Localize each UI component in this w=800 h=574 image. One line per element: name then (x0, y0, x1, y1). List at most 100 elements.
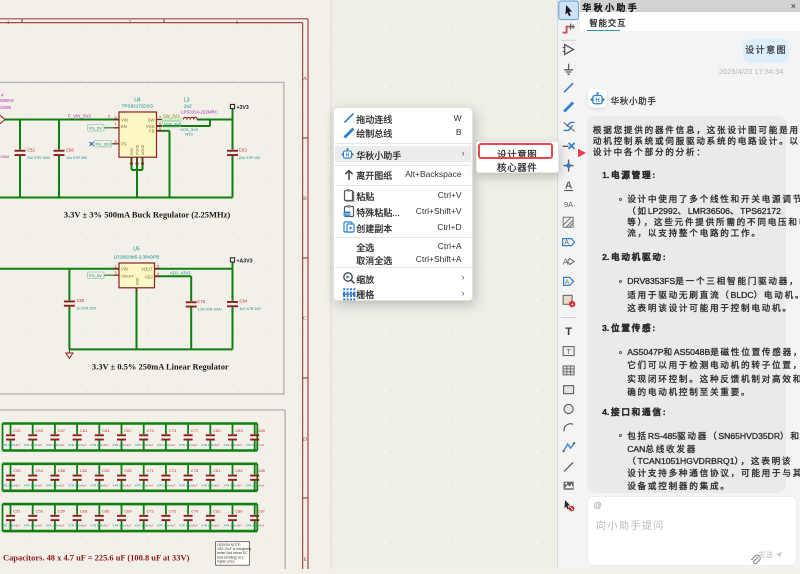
svg-text:4u7: 4u7 (237, 443, 242, 447)
svg-text:4u7: 4u7 (82, 483, 87, 487)
svg-text:C66: C66 (102, 509, 110, 514)
svg-text:C61: C61 (80, 428, 88, 433)
svg-text:22u X7R 10V: 22u X7R 10V (239, 156, 261, 160)
svg-text:X7R 100n: X7R 100n (135, 483, 149, 487)
svg-text:VOUT: VOUT (141, 267, 153, 272)
svg-text:X7R 100n: X7R 100n (157, 443, 171, 447)
svg-text:C63: C63 (80, 509, 88, 514)
svg-text:100M: 100M (0, 155, 9, 159)
svg-text:4u7: 4u7 (170, 483, 175, 487)
svg-text:X7R 100n: X7R 100n (2, 483, 16, 487)
svg-text:C82: C82 (213, 509, 221, 514)
svg-text:C84: C84 (235, 468, 243, 473)
svg-text:9A: 9A (564, 200, 573, 209)
svg-text:C8b: C8b (235, 509, 243, 514)
svg-text:4u7: 4u7 (193, 524, 198, 528)
svg-text:4u7: 4u7 (148, 483, 153, 487)
svg-text:C57: C57 (58, 428, 66, 433)
svg-text:4u7: 4u7 (59, 524, 64, 528)
svg-text:C62: C62 (80, 468, 88, 473)
svg-text:C51: C51 (13, 509, 21, 514)
svg-text:VOS_3V3: VOS_3V3 (164, 123, 181, 127)
svg-text:TPS62172DSG: TPS62172DSG (122, 104, 154, 109)
svg-text:C84: C84 (240, 299, 248, 304)
svg-text:X7R 100n: X7R 100n (24, 483, 38, 487)
svg-text:U5: U5 (133, 247, 140, 253)
svg-text:LPS3314-222MRC: LPS3314-222MRC (181, 110, 218, 115)
svg-text:PG_3V3: PG_3V3 (96, 142, 112, 147)
svg-text:7: 7 (129, 20, 132, 26)
svg-text:C72: C72 (147, 509, 155, 514)
svg-text:4u7: 4u7 (215, 443, 220, 447)
svg-text:4u7: 4u7 (259, 443, 264, 447)
svg-text:1: 1 (115, 122, 117, 126)
svg-text:4u7: 4u7 (104, 443, 109, 447)
svg-text:X7R 100n: X7R 100n (179, 524, 193, 528)
svg-text:1: 1 (115, 265, 117, 269)
svg-text:X7R 100n: X7R 100n (90, 443, 104, 447)
svg-text:C64: C64 (102, 428, 110, 433)
svg-text:X7R 100n: X7R 100n (179, 483, 193, 487)
svg-text:4u7: 4u7 (15, 443, 20, 447)
svg-text:A: A (303, 76, 307, 82)
svg-text:X7R 100n: X7R 100n (2, 443, 16, 447)
svg-text:VIN: VIN (121, 118, 128, 123)
svg-text:C76: C76 (198, 299, 206, 304)
svg-text:T: T (565, 326, 572, 338)
svg-text:PGND: PGND (136, 144, 140, 155)
svg-text:4u7: 4u7 (126, 483, 131, 487)
svg-text:C63: C63 (239, 148, 247, 153)
svg-text:4u7: 4u7 (15, 524, 20, 528)
svg-text:4u7: 4u7 (259, 524, 264, 528)
svg-text:X7R 100n: X7R 100n (246, 524, 260, 528)
svg-text:+: + (571, 302, 574, 308)
svg-text:C68: C68 (124, 468, 132, 473)
svg-text:X7R 100n: X7R 100n (246, 483, 260, 487)
svg-text:C74: C74 (169, 468, 177, 473)
svg-text:+3V3: +3V3 (237, 105, 249, 111)
svg-text:FB: FB (149, 129, 155, 134)
svg-text:C70: C70 (147, 428, 155, 433)
svg-text:C: C (303, 316, 307, 322)
svg-text:C73: C73 (169, 428, 177, 433)
svg-text:4u7: 4u7 (37, 443, 42, 447)
svg-text:4u7: 4u7 (215, 483, 220, 487)
svg-text:H: H (595, 98, 599, 104)
svg-text:higher price.: higher price. (217, 559, 235, 563)
svg-text:4u7: 4u7 (148, 524, 153, 528)
svg-text:T: T (566, 349, 571, 356)
svg-text:X7R 100n: X7R 100n (179, 443, 193, 447)
svg-text:X7R 100n: X7R 100n (46, 483, 60, 487)
svg-text:CTRL: CTRL (342, 213, 351, 217)
svg-text:4: 4 (157, 272, 159, 276)
svg-text:2: 2 (115, 116, 117, 120)
svg-text:X7R 100n: X7R 100n (157, 483, 171, 487)
svg-text:4: 4 (7, 20, 10, 26)
svg-text:3.3V ± 0.5% 250mA Linear Regul: 3.3V ± 0.5% 250mA Linear Regulator (92, 362, 229, 372)
svg-text:X7R 100n: X7R 100n (90, 483, 104, 487)
svg-text:X7R 100n: X7R 100n (224, 443, 238, 447)
svg-text:C75: C75 (169, 509, 177, 514)
svg-text:Capacitors. 48 x 4.7 uF = 225.: Capacitors. 48 x 4.7 uF = 225.6 uF (100.… (3, 553, 190, 563)
svg-text:C77: C77 (191, 428, 199, 433)
svg-text:SW_3V3: SW_3V3 (163, 114, 180, 119)
svg-text:4u7: 4u7 (59, 483, 64, 487)
svg-text:X7R 100n: X7R 100n (135, 524, 149, 528)
svg-text:X7R 100n: X7R 100n (113, 443, 127, 447)
svg-text:X7R 100n: X7R 100n (135, 443, 149, 447)
svg-text:8: 8 (236, 20, 239, 26)
svg-text:4u7: 4u7 (148, 443, 153, 447)
svg-text:EN: EN (121, 124, 127, 129)
svg-text:X7R 100n: X7R 100n (68, 483, 82, 487)
svg-text:X7R 100n: X7R 100n (90, 524, 104, 528)
svg-text:4u7: 4u7 (193, 443, 198, 447)
svg-text:PAD: PAD (130, 147, 134, 155)
svg-text:C50: C50 (13, 468, 21, 473)
svg-text:4u7: 4u7 (237, 524, 242, 528)
svg-text:C58: C58 (58, 468, 66, 473)
svg-text:C65: C65 (102, 468, 110, 473)
svg-text:C52: C52 (27, 148, 35, 153)
svg-text:X7R 100n: X7R 100n (2, 524, 16, 528)
svg-text:VIN: VIN (121, 267, 128, 272)
svg-text:00MHz: 00MHz (0, 98, 14, 103)
